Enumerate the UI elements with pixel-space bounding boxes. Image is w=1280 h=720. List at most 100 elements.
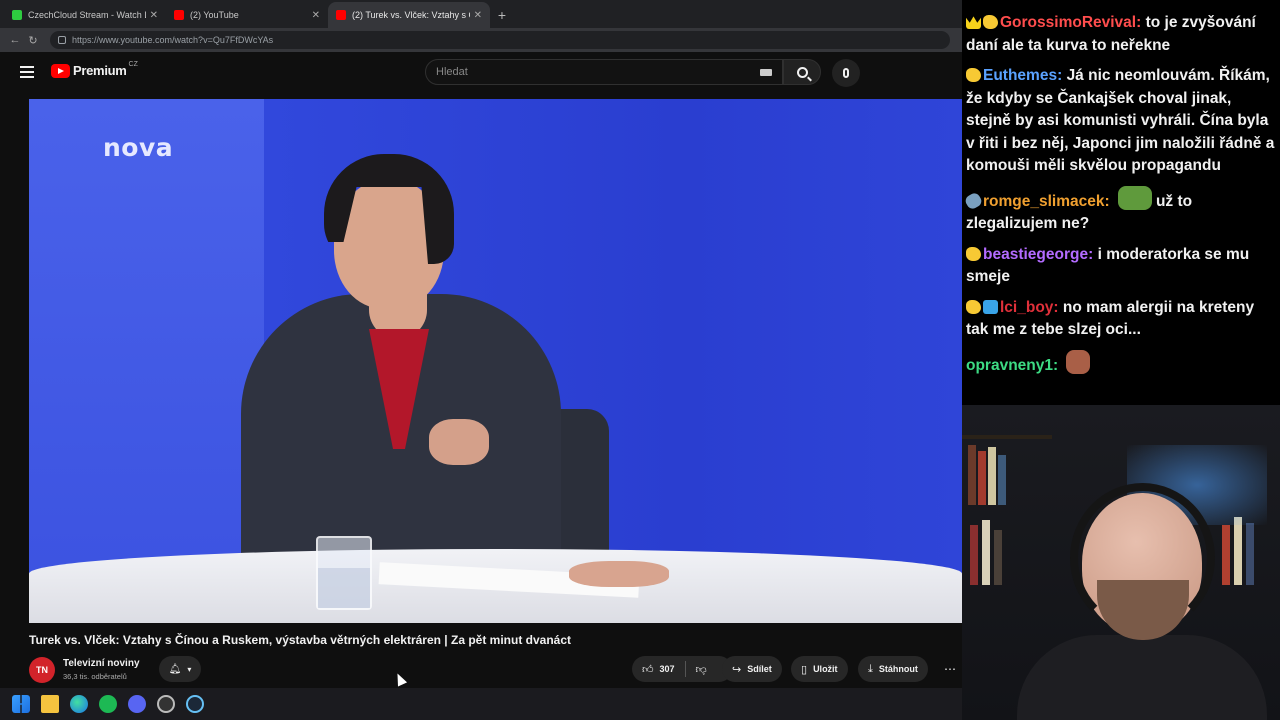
- close-tab-icon[interactable]: ✕: [474, 10, 482, 21]
- search-input[interactable]: Hledat: [425, 59, 783, 85]
- search-icon: [796, 66, 808, 78]
- like-count: 307: [659, 664, 675, 674]
- save-label: Uložit: [813, 664, 838, 674]
- book: [968, 445, 976, 505]
- youtube-masthead: Premium CZ Hledat: [0, 52, 962, 92]
- thumbs-down-icon: 👎︎: [695, 663, 707, 676]
- hand-badge-icon: [966, 246, 981, 261]
- reload-icon[interactable]: ↻: [24, 34, 42, 47]
- presenter-hand-on-desk: [569, 561, 669, 587]
- back-arrow-icon[interactable]: ←: [6, 34, 24, 46]
- more-actions-button[interactable]: ⋯: [938, 656, 962, 682]
- hand-badge-icon: [966, 68, 981, 82]
- book: [994, 530, 1002, 585]
- streamer-shirt: [1017, 635, 1267, 720]
- youtube-brand-text: Premium: [73, 63, 127, 78]
- dislike-button[interactable]: 👎︎: [686, 656, 717, 682]
- headphones-icon: [1070, 483, 1215, 633]
- spotify-icon[interactable]: [99, 695, 117, 713]
- frog-emote-icon: [1117, 185, 1152, 210]
- keyboard-icon[interactable]: [760, 69, 772, 76]
- youtube-play-icon: [51, 63, 70, 78]
- video-player[interactable]: nova: [29, 99, 962, 623]
- chat-username[interactable]: romge_slimacek: [983, 193, 1105, 210]
- new-tab-button[interactable]: +: [490, 2, 514, 28]
- thumbs-up-icon: 👍︎: [642, 663, 654, 676]
- subscriber-count: 36,3 tis. odběratelů: [63, 672, 127, 681]
- file-explorer-icon[interactable]: [41, 695, 59, 713]
- save-button[interactable]: ▯ Uložit: [791, 656, 848, 682]
- windows-taskbar: [0, 688, 962, 720]
- presenter-hand: [429, 419, 489, 465]
- webcam-feed: [962, 405, 1280, 720]
- book: [982, 520, 990, 585]
- url-field[interactable]: https://www.youtube.com/watch?v=Qu7FfDWc…: [50, 31, 950, 49]
- share-button[interactable]: ↪ Sdílet: [722, 656, 782, 682]
- crown-badge-icon: [966, 16, 981, 29]
- book: [978, 451, 986, 505]
- stream-chat: GorossimoRevival: to je zvyšování daní a…: [962, 0, 1280, 405]
- cube-badge-icon: [983, 299, 998, 314]
- menu-icon[interactable]: [20, 66, 34, 78]
- book: [998, 455, 1006, 505]
- screen: CzechCloud Stream - Watch Live o ✕ (2) Y…: [0, 0, 1280, 720]
- chat-message: Euthemes: Já nic neomlouvám. Říkám, že k…: [966, 67, 1275, 174]
- tab-title: CzechCloud Stream - Watch Live o: [28, 10, 146, 20]
- chat-username[interactable]: GorossimoRevival: [1000, 14, 1136, 31]
- channel-name[interactable]: Televizní noviny: [63, 658, 140, 669]
- nova-logo: nova: [103, 133, 174, 162]
- close-tab-icon[interactable]: ✕: [150, 10, 158, 21]
- chat-message: romge_slimacek: už to zlegalizujem ne?: [963, 185, 1276, 236]
- chat-message: lci_boy: no mam alergii na kreteny tak m…: [966, 298, 1255, 338]
- download-button[interactable]: ⤓ Stáhnout: [858, 656, 928, 682]
- book: [1246, 523, 1254, 585]
- book: [1222, 525, 1230, 585]
- tab-title: (2) Turek vs. Vlček: Vztahy s Čínou: [352, 10, 470, 20]
- chat-message: beastiegeorge: i moderatorka se mu smeje: [966, 245, 1250, 285]
- face-emote-icon: [1066, 349, 1091, 374]
- search-button[interactable]: [783, 59, 821, 85]
- youtube-favicon-icon: [174, 10, 184, 20]
- download-icon: ⤓: [868, 662, 873, 675]
- discord-icon[interactable]: [128, 695, 146, 713]
- chat-username[interactable]: opravneny1: [966, 357, 1053, 374]
- water-glass: [316, 536, 372, 610]
- voice-search-button[interactable]: [832, 59, 860, 87]
- windows-start-icon[interactable]: [12, 695, 30, 713]
- channel-row: TN Televizní noviny 36,3 tis. odběratelů…: [29, 656, 962, 684]
- notification-bell-button[interactable]: 🔔︎ ▾: [159, 656, 201, 682]
- book: [1234, 517, 1242, 585]
- youtube-favicon-icon: [336, 10, 346, 20]
- chat-message: GorossimoRevival: to je zvyšování daní a…: [966, 14, 1256, 54]
- browser-tab-bar: CzechCloud Stream - Watch Live o ✕ (2) Y…: [0, 0, 962, 28]
- tab-title: (2) YouTube: [190, 10, 239, 20]
- country-code: CZ: [128, 61, 138, 68]
- chat-username[interactable]: lci_boy: [1000, 299, 1053, 316]
- czechcloud-favicon-icon: [12, 10, 22, 20]
- search-placeholder: Hledat: [436, 66, 468, 78]
- chat-username[interactable]: beastiegeorge: [983, 246, 1088, 263]
- channel-avatar[interactable]: TN: [29, 657, 55, 683]
- bookmark-icon: ▯: [801, 663, 808, 676]
- bell-icon: 🔔︎: [168, 663, 182, 675]
- hand-badge-icon: [983, 15, 998, 29]
- browser-tab-czechcloud[interactable]: CzechCloud Stream - Watch Live o ✕: [4, 2, 166, 28]
- download-label: Stáhnout: [878, 664, 918, 674]
- microphone-icon: [843, 68, 849, 78]
- browser-tab-video[interactable]: (2) Turek vs. Vlček: Vztahy s Čínou ✕: [328, 2, 490, 28]
- steam-icon[interactable]: [186, 695, 204, 713]
- github-icon[interactable]: [157, 695, 175, 713]
- chat-message: opravneny1:: [966, 349, 1276, 378]
- browser-tab-youtube[interactable]: (2) YouTube ✕: [166, 2, 328, 28]
- book: [970, 525, 978, 585]
- chat-username[interactable]: Euthemes: [983, 67, 1057, 84]
- close-tab-icon[interactable]: ✕: [312, 10, 320, 21]
- edge-browser-icon[interactable]: [70, 695, 88, 713]
- site-info-icon[interactable]: [58, 36, 66, 44]
- youtube-logo[interactable]: Premium CZ: [51, 61, 138, 78]
- address-bar: ← ↻ https://www.youtube.com/watch?v=Qu7F…: [0, 28, 962, 52]
- url-text: https://www.youtube.com/watch?v=Qu7FfDWc…: [72, 35, 274, 45]
- like-button[interactable]: 👍︎ 307: [632, 656, 685, 682]
- pill-badge-icon: [963, 190, 984, 211]
- youtube-page: Premium CZ Hledat nova Turek vs. Vlček: …: [0, 52, 962, 688]
